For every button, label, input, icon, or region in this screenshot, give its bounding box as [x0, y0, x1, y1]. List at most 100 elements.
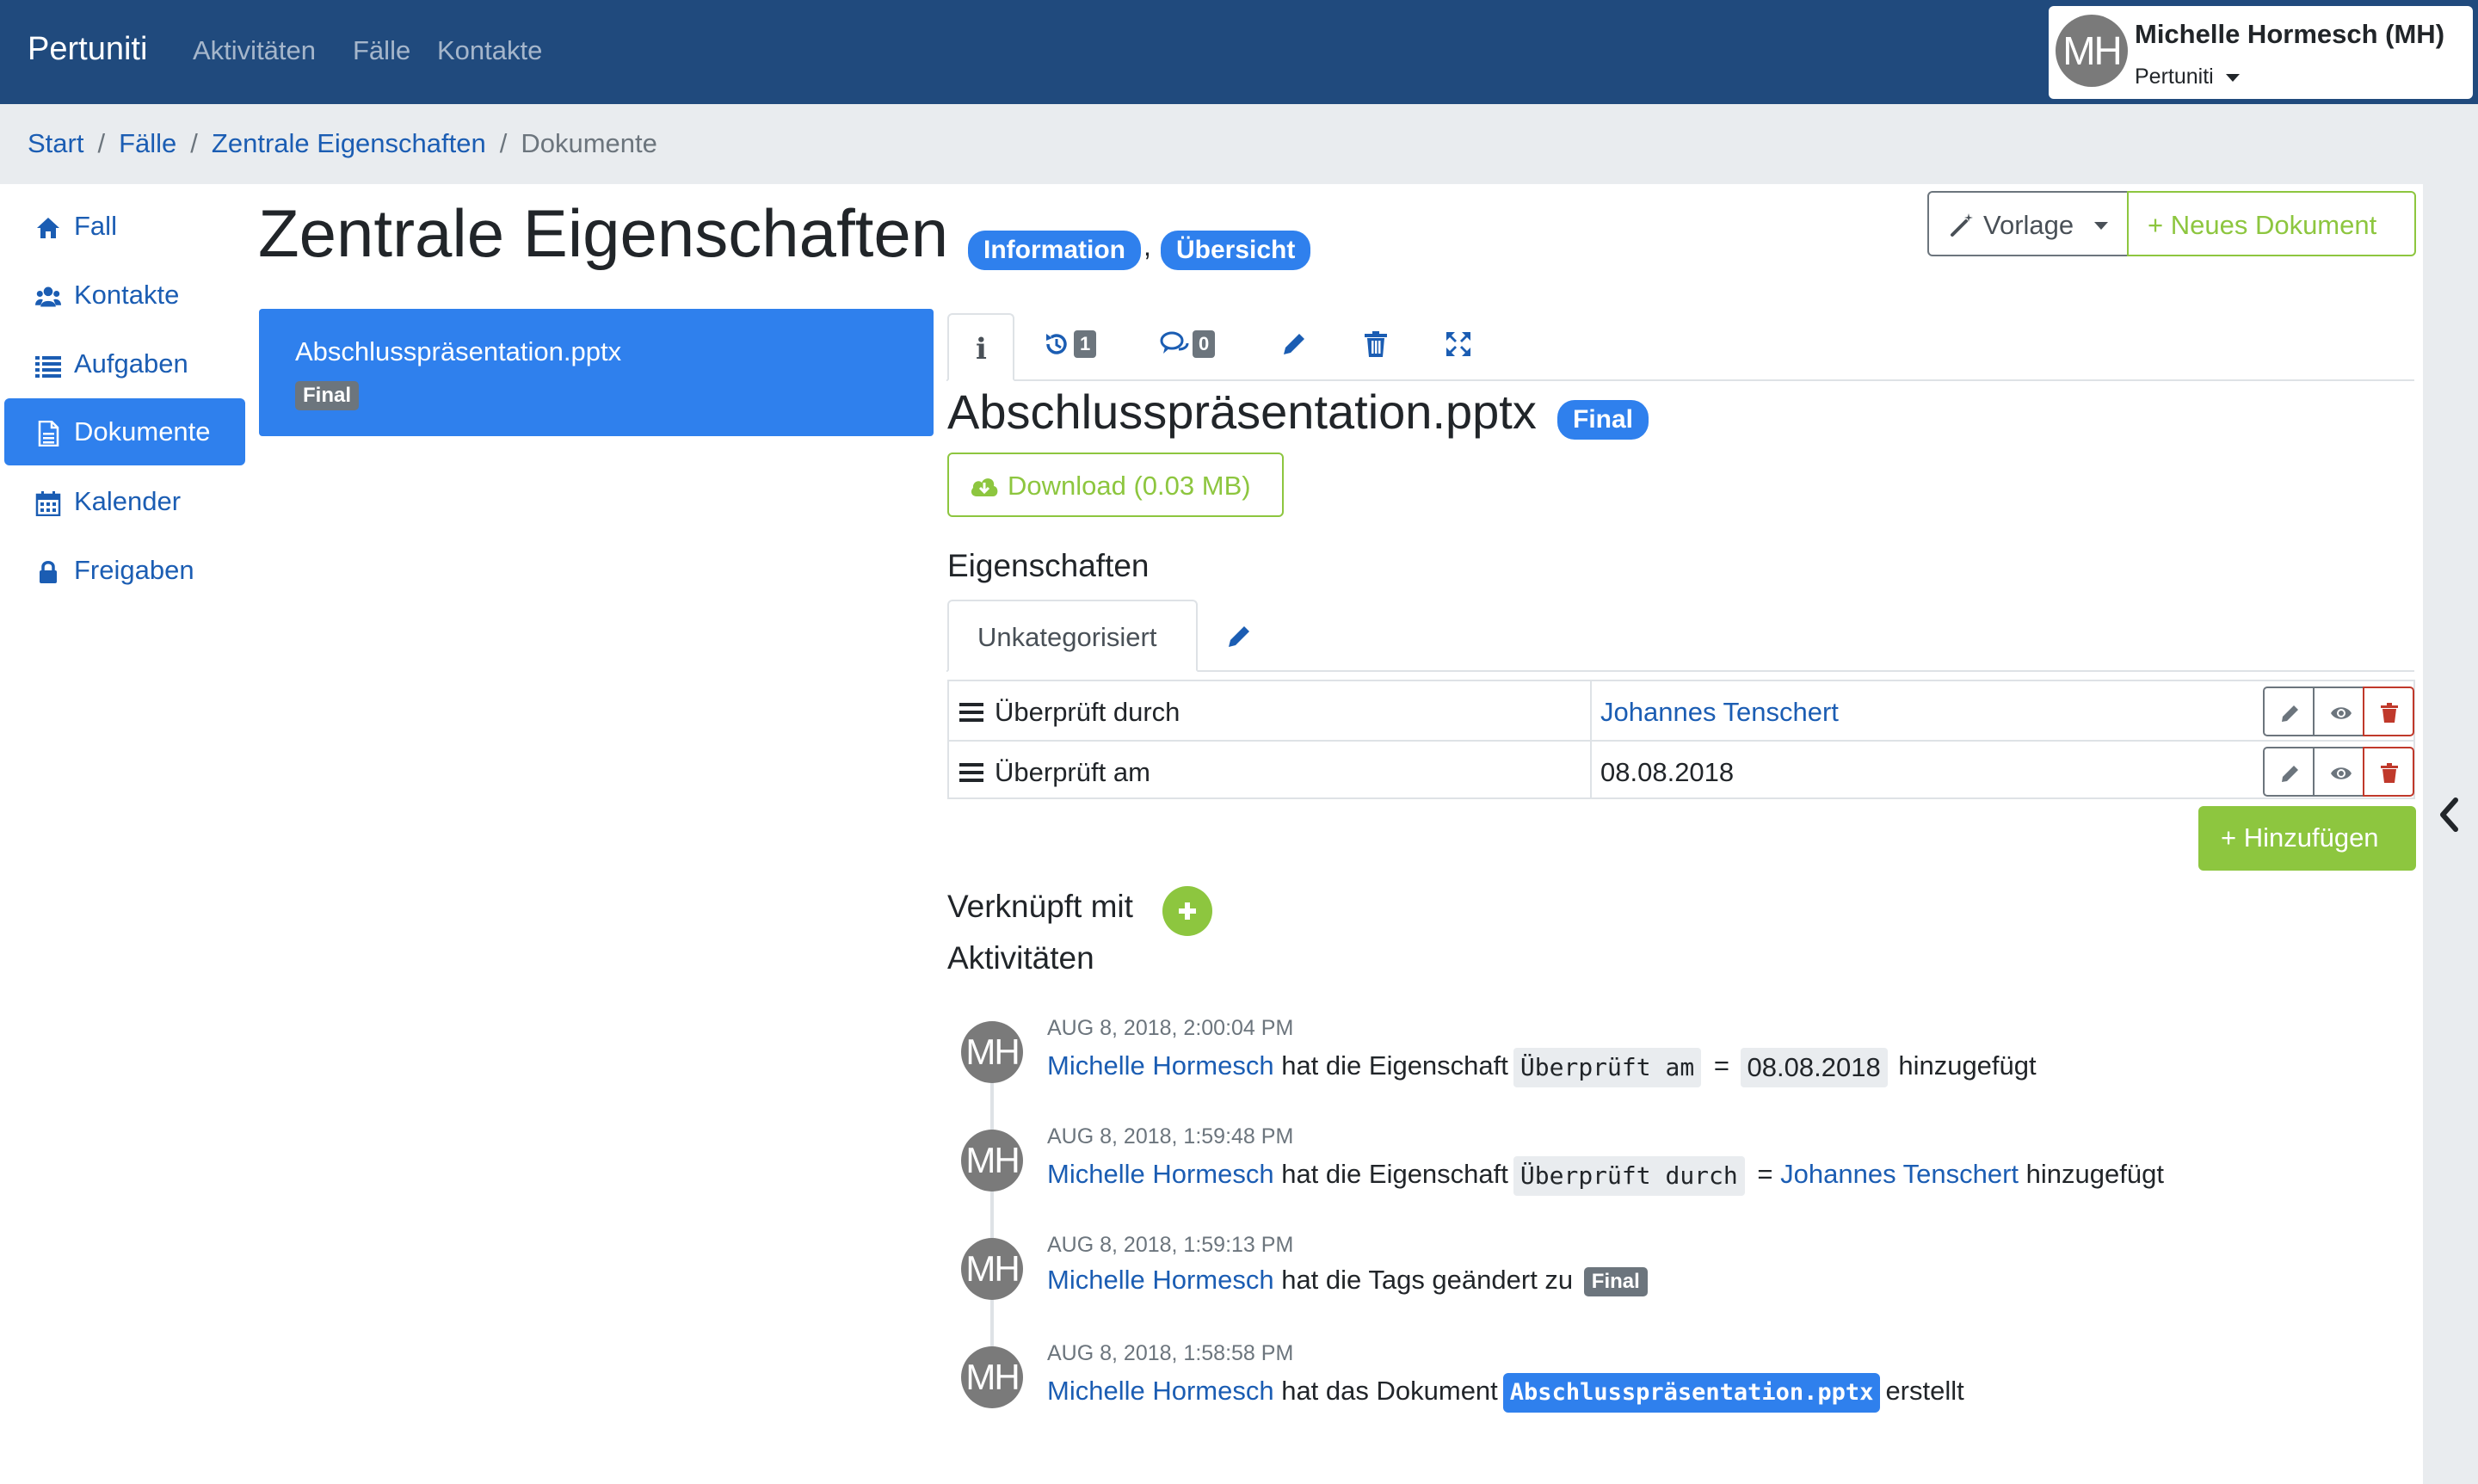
vorlage-dropdown-button[interactable]: Vorlage [1927, 191, 2129, 256]
sidebar-item-label: Dokumente [74, 416, 211, 446]
breadcrumb-separator: / [499, 128, 508, 158]
breadcrumb-start[interactable]: Start [28, 128, 83, 158]
activity-item: Michelle Hormesch hat die Tags geändert … [1047, 1265, 1648, 1296]
calendar-icon [35, 491, 61, 516]
property-value-link[interactable]: Johannes Tenschert [1600, 697, 1839, 728]
delete-property-button[interactable] [2363, 747, 2414, 797]
user-menu[interactable]: MH Michelle Hormesch (MH) Pertuniti [2049, 6, 2473, 99]
pencil-icon [2282, 766, 2298, 782]
breadcrumb-bar: Start / Fälle / Zentrale Eigenschaften / Dokum… [0, 104, 2478, 184]
breadcrumb-faelle[interactable]: Fälle [119, 128, 176, 158]
sidebar-item-freigaben[interactable]: Freigaben [4, 537, 245, 604]
activity-value-link[interactable]: Johannes Tenschert [1780, 1159, 2019, 1189]
edit-property-button[interactable] [2263, 747, 2315, 797]
document-tag-badge: Final [295, 381, 360, 410]
avatar: MH [961, 1130, 1023, 1192]
users-icon [35, 286, 61, 307]
delete-document-button[interactable] [1363, 330, 1389, 361]
document-tag-badge[interactable]: Final [1557, 400, 1649, 440]
chevron-left-icon [2440, 797, 2458, 832]
document-list-item[interactable]: Abschlusspräsentation.pptx Final [259, 309, 934, 436]
view-property-button[interactable] [2313, 747, 2364, 797]
activity-user-link[interactable]: Michelle Hormesch [1047, 1050, 1274, 1081]
sidebar-item-fall[interactable]: Fall [4, 193, 245, 260]
eye-icon [2331, 707, 2352, 719]
activity-item: Michelle Hormesch hat die Eigenschaft Übe… [1047, 1048, 2037, 1087]
breadcrumb-current: Dokumente [521, 128, 657, 158]
caret-down-icon [2094, 222, 2108, 230]
brand-logo[interactable]: Pertuniti [28, 31, 147, 68]
tab-label: Unkategorisiert [977, 622, 1157, 652]
sidebar-item-kalender[interactable]: Kalender [4, 468, 245, 535]
badge-separator: , [1143, 231, 1151, 262]
properties-table: Überprüft durch Johannes Tenschert Überp… [947, 680, 2415, 799]
view-property-button[interactable] [2313, 687, 2364, 736]
side-panel-toggle[interactable] [2423, 184, 2478, 1484]
trash-icon [2381, 703, 2398, 723]
document-title: Abschlusspräsentation.pptx [947, 385, 1537, 439]
trash-icon [2381, 763, 2398, 783]
activity-timestamp: AUG 8, 2018, 1:59:13 PM [1047, 1233, 1294, 1257]
properties-heading: Eigenschaften [947, 548, 1150, 583]
property-key: Überprüft am [995, 757, 1150, 787]
row-actions [2263, 687, 2416, 736]
breadcrumb-separator: / [97, 128, 106, 158]
avatar: MH [961, 1021, 1023, 1083]
history-icon [1046, 334, 1067, 354]
edit-document-button[interactable] [1280, 330, 1308, 361]
download-button[interactable]: Download (0.03 MB) [947, 453, 1284, 517]
edit-category-icon[interactable] [1225, 623, 1253, 650]
activity-equals: = [1713, 1050, 1729, 1081]
delete-property-button[interactable] [2363, 687, 2414, 736]
edit-property-button[interactable] [2263, 687, 2315, 736]
row-actions [2263, 747, 2416, 797]
sidebar-item-label: Kalender [74, 486, 182, 516]
tab-bar-border [946, 379, 2414, 381]
sidebar-item-kontakte[interactable]: Kontakte [4, 262, 245, 329]
top-navbar: Pertuniti Aktivitäten Fälle Kontakte MH … [0, 0, 2478, 104]
property-value: 08.08.2018 [1600, 757, 1735, 787]
new-document-button[interactable]: + Neues Dokument [2127, 191, 2416, 256]
activity-document-code[interactable]: Abschlusspräsentation.pptx [1502, 1373, 1881, 1413]
caret-down-icon [2225, 73, 2240, 82]
sidebar-item-dokumente[interactable]: Dokumente [4, 398, 245, 465]
cloud-download-icon [971, 478, 998, 496]
user-org-dropdown[interactable]: Pertuniti [2135, 65, 2240, 89]
pencil-icon [2282, 705, 2298, 722]
sidebar-item-label: Fall [74, 211, 117, 241]
tab-comments[interactable]: 0 [1160, 330, 1216, 361]
property-key: Überprüft durch [995, 697, 1180, 727]
fullscreen-button[interactable] [1445, 330, 1472, 361]
eye-icon [2331, 767, 2352, 779]
activity-user-link[interactable]: Michelle Hormesch [1047, 1376, 1274, 1406]
sidebar-item-aufgaben[interactable]: Aufgaben [4, 330, 245, 397]
comments-icon [1160, 331, 1189, 354]
breadcrumb-case[interactable]: Zentrale Eigenschaften [212, 128, 486, 158]
plus-icon [1179, 902, 1196, 920]
activity-text: hat die Eigenschaft [1281, 1050, 1508, 1081]
comments-count-badge: 0 [1193, 330, 1216, 358]
tab-info[interactable]: i [947, 313, 1014, 381]
table-row: Überprüft durch Johannes Tenschert [949, 681, 2416, 740]
lock-icon [40, 561, 57, 583]
nav-link-faelle[interactable]: Fälle [353, 35, 410, 66]
activity-item: Michelle Hormesch hat das Dokument Abschl… [1047, 1373, 1964, 1413]
tag-badge-uebersicht[interactable]: Übersicht [1161, 231, 1311, 270]
add-link-button[interactable] [1162, 886, 1212, 936]
add-property-button[interactable]: + Hinzufügen [2198, 806, 2416, 871]
activity-user-link[interactable]: Michelle Hormesch [1047, 1265, 1274, 1295]
document-icon [38, 421, 59, 446]
table-row: Überprüft am 08.08.2018 [949, 740, 2416, 798]
tab-unkategorisiert[interactable]: Unkategorisiert [947, 600, 1198, 672]
trash-icon [1365, 331, 1387, 357]
breadcrumb: Start / Fälle / Zentrale Eigenschaften / Dokum… [28, 128, 657, 159]
drag-handle-icon[interactable] [959, 703, 983, 722]
nav-link-aktivitaeten[interactable]: Aktivitäten [193, 35, 316, 66]
tag-badge-information[interactable]: Information [968, 231, 1141, 270]
nav-link-kontakte[interactable]: Kontakte [437, 35, 542, 66]
tab-history[interactable]: 1 [1043, 330, 1097, 361]
activity-user-link[interactable]: Michelle Hormesch [1047, 1159, 1274, 1189]
drag-handle-icon[interactable] [959, 763, 983, 782]
sidebar-item-label: Aufgaben [74, 348, 188, 379]
magic-wand-icon [1951, 213, 1973, 237]
